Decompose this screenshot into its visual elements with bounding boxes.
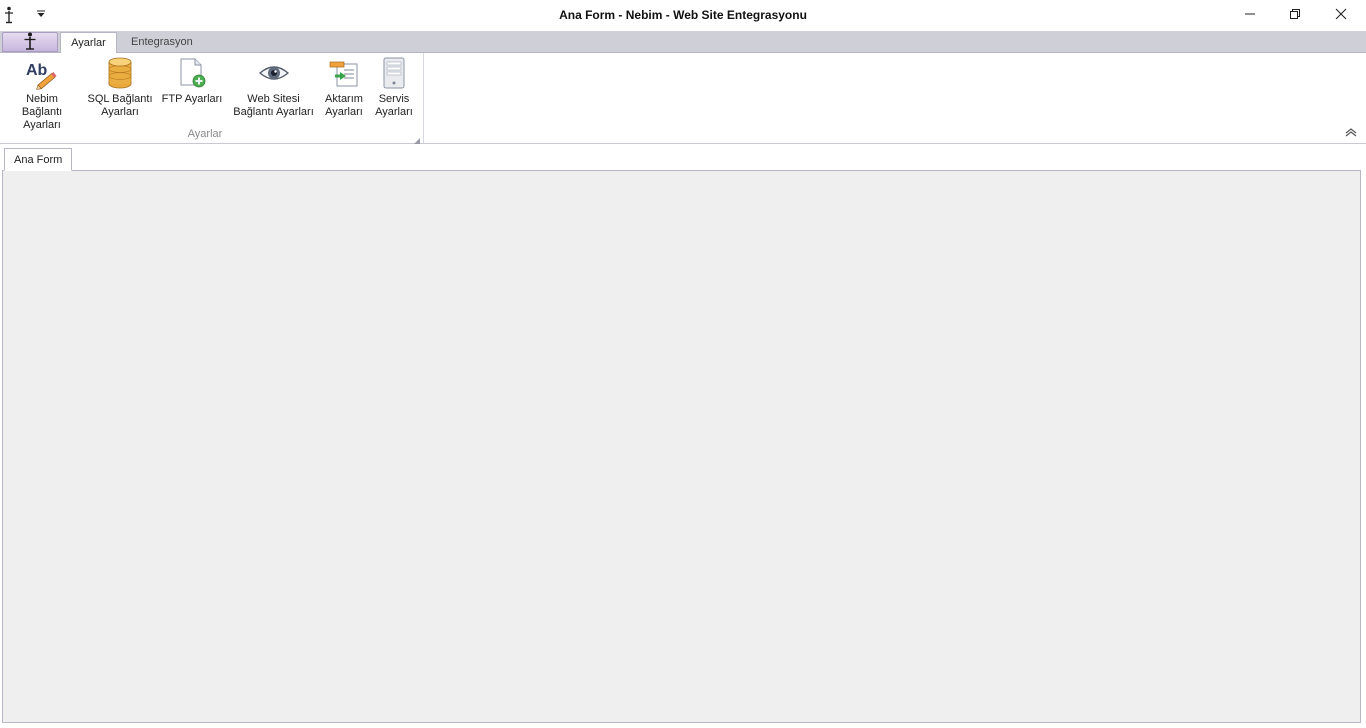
website-connection-settings-button[interactable]: Web Sitesi Bağlantı Ayarları: [231, 55, 316, 119]
ribbon-group-ayarlar: Ab Nebim Bağlantı Ayarları SQL Bağlantı …: [0, 53, 424, 144]
ribbon-group-caption: Ayarlar: [187, 128, 223, 140]
dialog-launcher-icon[interactable]: [414, 133, 420, 144]
chevron-up-icon[interactable]: [1344, 126, 1358, 138]
minimize-icon: [1244, 8, 1256, 23]
nebim-connection-settings-label: Nebim Bağlantı Ayarları: [21, 93, 63, 131]
ribbon-tab-strip: Ayarlar Entegrasyon: [0, 31, 1366, 54]
minimize-button[interactable]: [1227, 0, 1273, 30]
ab-pencil-icon: Ab: [25, 55, 59, 91]
document-panel: [2, 170, 1361, 723]
restore-icon: [1289, 8, 1301, 23]
tab-ana-form[interactable]: Ana Form: [4, 148, 73, 171]
svg-text:Ab: Ab: [26, 62, 48, 79]
nebim-connection-settings-button[interactable]: Ab Nebim Bağlantı Ayarları: [5, 55, 79, 132]
stick-figure-logo-icon: [23, 32, 37, 53]
website-connection-settings-label: Web Sitesi Bağlantı Ayarları: [233, 93, 314, 118]
title-bar: Ana Form - Nebim - Web Site Entegrasyonu: [0, 0, 1366, 31]
tab-entegrasyon[interactable]: Entegrasyon: [121, 32, 203, 54]
transfer-settings-label: Aktarım Ayarları: [325, 93, 363, 118]
tab-ayarlar[interactable]: Ayarlar: [60, 32, 117, 54]
ftp-settings-button[interactable]: FTP Ayarları: [160, 55, 224, 106]
service-settings-label: Servis Ayarları: [375, 93, 413, 118]
document-area: Ana Form: [0, 145, 1366, 728]
ribbon-panel: Ab Nebim Bağlantı Ayarları SQL Bağlantı …: [0, 53, 1366, 144]
transfer-settings-button[interactable]: Aktarım Ayarları: [322, 55, 366, 119]
server-icon: [377, 55, 411, 91]
database-icon: [103, 55, 137, 91]
transfer-icon: [327, 55, 361, 91]
sql-connection-settings-button[interactable]: SQL Bağlantı Ayarları: [87, 55, 153, 119]
close-button[interactable]: [1318, 0, 1364, 30]
close-icon: [1335, 8, 1347, 23]
document-add-icon: [175, 55, 209, 91]
sql-connection-settings-label: SQL Bağlantı Ayarları: [87, 93, 153, 118]
window-title: Ana Form - Nebim - Web Site Entegrasyonu: [559, 8, 807, 22]
ftp-settings-label: FTP Ayarları: [161, 93, 223, 105]
service-settings-button[interactable]: Servis Ayarları: [372, 55, 416, 119]
restore-button[interactable]: [1272, 0, 1318, 30]
eye-icon: [257, 55, 291, 91]
application-menu-button[interactable]: [2, 32, 58, 52]
